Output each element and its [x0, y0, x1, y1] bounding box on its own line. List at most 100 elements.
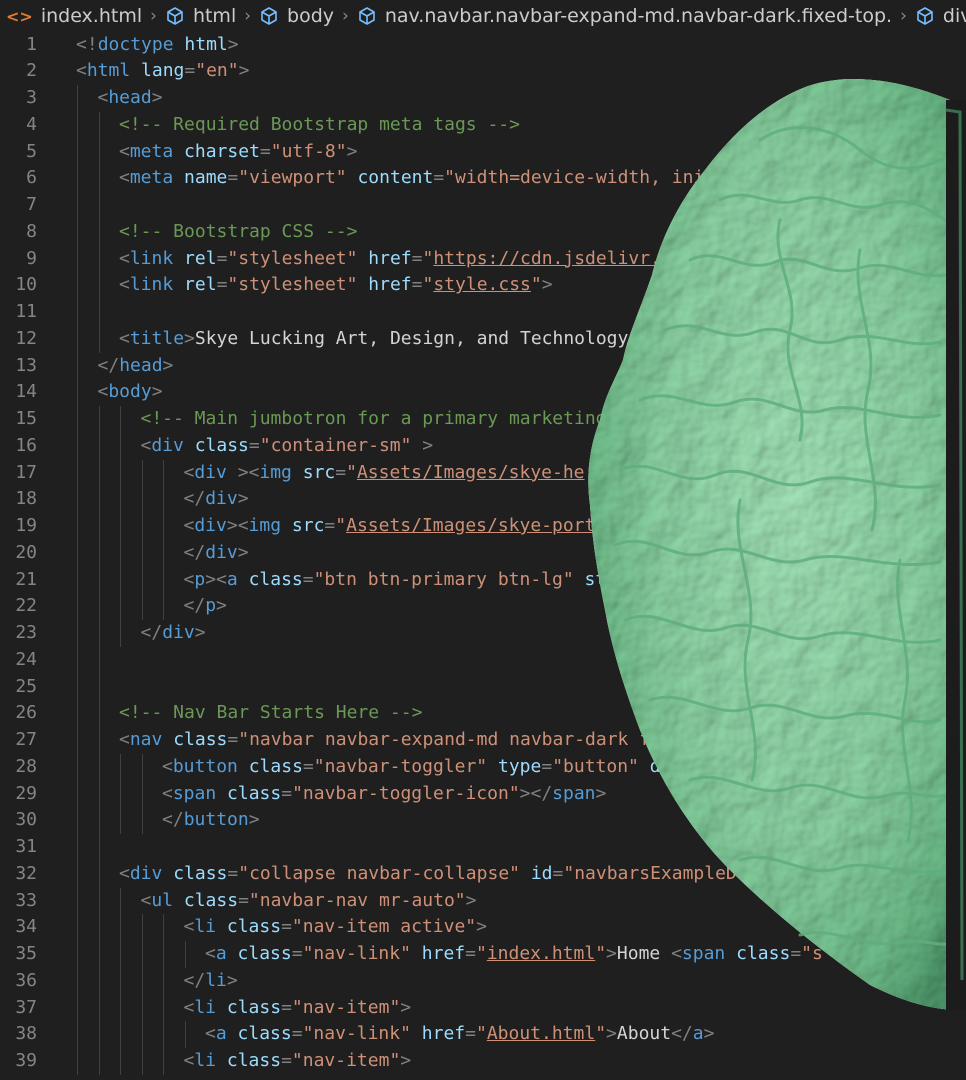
code-token: "	[346, 461, 357, 483]
chevron-right-icon: ›	[900, 6, 907, 26]
code-text: <nav class="navbar navbar-expand-md navb…	[119, 727, 672, 754]
code-token[interactable]: About.html	[487, 1023, 595, 1044]
code-line[interactable]: 31	[0, 834, 966, 861]
code-line[interactable]: 34 <li class="nav-item active">	[0, 914, 966, 941]
indent-guide	[120, 1021, 121, 1048]
code-token[interactable]: Assets/Images/skye-he	[357, 462, 585, 483]
code-token: src	[302, 461, 336, 483]
code-token: "	[530, 274, 542, 296]
code-line[interactable]: 36 </li>	[0, 967, 966, 995]
line-number: 39	[15, 1050, 37, 1071]
line-number: 3	[26, 87, 37, 108]
indent-guide	[77, 860, 78, 888]
code-token: Skye Lucking Art, Design, and Technology	[194, 327, 629, 349]
code-token[interactable]: style.css	[433, 274, 531, 295]
breadcrumb-item[interactable]: div#n	[915, 5, 966, 27]
indent-guide	[141, 1021, 143, 1048]
code-line[interactable]: 15 <!-- Main jumbotron for a primary mark…	[0, 406, 966, 433]
code-token: title	[129, 327, 185, 349]
indent-guide	[77, 352, 78, 380]
indent-guide	[141, 780, 143, 808]
code-line[interactable]: 8 <!-- Bootstrap CSS -->	[0, 218, 966, 246]
code-line[interactable]: 11	[0, 299, 966, 326]
code-line[interactable]: 24	[0, 646, 966, 674]
indent-guide	[120, 539, 121, 567]
breadcrumb-item[interactable]: nav.navbar.navbar-expand-md.navbar-dark.…	[357, 5, 892, 27]
code-line[interactable]: 30 </button>	[0, 807, 966, 834]
code-line[interactable]: 3 <head>	[0, 85, 966, 112]
code-editor[interactable]: 1 <!doctype html> 2 <html lang="en"> 3 <head>…	[0, 31, 966, 1080]
code-token: =	[227, 862, 239, 884]
code-line[interactable]: 35 <a class="nav-link" href="index.html">…	[0, 941, 966, 968]
code-line[interactable]: 2 <html lang="en">	[0, 58, 966, 85]
code-line[interactable]: 39 <li class="nav-item">	[0, 1048, 966, 1075]
code-line[interactable]: 14 <body>	[0, 379, 966, 406]
code-line[interactable]: 23 </div>	[0, 620, 966, 647]
code-token: "s	[801, 943, 823, 964]
code-line[interactable]: 37 <li class="nav-item">	[0, 994, 966, 1022]
code-token: <	[140, 434, 152, 456]
breadcrumb-item[interactable]: body	[259, 5, 334, 27]
code-token: <	[183, 916, 195, 938]
indent-guide	[163, 459, 164, 487]
code-token: <!-- Nav Bar Starts Here -->	[119, 702, 423, 724]
code-line[interactable]: 33 <ul class="navbar-nav mr-auto">	[0, 887, 966, 915]
code-text: <link rel="stylesheet" href="https://cdn…	[119, 246, 661, 273]
code-line[interactable]: 18 </div>	[0, 486, 966, 513]
indent-guide	[98, 1048, 100, 1075]
code-text: <button class="navbar-toggler" type="but…	[162, 754, 693, 781]
code-line[interactable]: 19 <div><img src="Assets/Images/skye-port	[0, 513, 966, 540]
code-token: a	[692, 1023, 704, 1045]
code-token: <	[119, 140, 130, 162]
code-token: class	[736, 943, 791, 964]
code-token[interactable]: https://cdn.jsdelivr.	[433, 248, 661, 269]
indent-guide	[98, 272, 100, 299]
code-line[interactable]: 10 <link rel="stylesheet" href="style.css…	[0, 272, 966, 299]
code-line[interactable]: 16 <div class="container-sm" >	[0, 432, 966, 460]
code-line[interactable]: 7	[0, 192, 966, 219]
code-line[interactable]: 29 <span class="navbar-toggler-icon"></sp…	[0, 780, 966, 808]
code-line[interactable]: 27 <nav class="navbar navbar-expand-md na…	[0, 727, 966, 754]
indent-guide	[77, 245, 78, 273]
code-token: body	[108, 381, 152, 403]
code-line[interactable]: 4 <!-- Required Bootstrap meta tags -->	[0, 111, 966, 139]
code-line[interactable]: 25	[0, 673, 966, 701]
indent-guide	[141, 753, 143, 781]
code-line[interactable]: 20 </div>	[0, 539, 966, 567]
code-text: <meta charset="utf-8">	[119, 139, 357, 166]
code-line[interactable]: 13 </head>	[0, 352, 966, 380]
line-number: 22	[15, 595, 37, 617]
breadcrumb-item[interactable]: html	[165, 5, 236, 27]
code-line[interactable]: 5 <meta charset="utf-8">	[0, 138, 966, 166]
code-token: >	[476, 916, 487, 938]
code-line[interactable]: 12 <title>Skye Lucking Art, Design, and T…	[0, 325, 966, 353]
breadcrumb-item[interactable]: <> index.html	[0, 5, 142, 27]
code-token: =	[302, 755, 314, 777]
code-token: class	[227, 782, 282, 804]
code-token: ><	[226, 461, 260, 483]
code-token: </	[183, 969, 206, 991]
code-token[interactable]: Assets/Images/skye-port	[346, 515, 595, 536]
indent-guide	[77, 379, 78, 406]
code-line[interactable]: 26 <!-- Nav Bar Starts Here -->	[0, 700, 966, 727]
code-line[interactable]: 21 <p><a class="btn btn-primary btn-lg" s…	[0, 566, 966, 594]
code-line[interactable]: 22 </p>	[0, 593, 966, 620]
code-token: >	[151, 87, 163, 108]
code-line[interactable]: 32 <div class="collapse navbar-collapse" …	[0, 860, 966, 888]
code-token[interactable]: index.html	[487, 943, 595, 964]
code-line[interactable]: 6 <meta name="viewport" content="width=de…	[0, 165, 966, 192]
code-line[interactable]: 1 <!doctype html>	[0, 32, 966, 59]
code-token: >	[346, 140, 358, 162]
code-line[interactable]: 38 <a class="nav-link" href="About.html">…	[0, 1021, 966, 1048]
code-line[interactable]: 28 <button class="navbar-toggler" type="b…	[0, 753, 966, 781]
code-token: About	[616, 1023, 672, 1045]
code-line[interactable]: 9 <link rel="stylesheet" href="https://cd…	[0, 245, 966, 273]
code-token: =	[465, 1023, 476, 1045]
symbol-structure-icon	[357, 6, 377, 26]
indent-guide	[98, 432, 100, 460]
code-line[interactable]: 17 <div ><img src="Assets/Images/skye-he	[0, 459, 966, 487]
indent-guide	[77, 432, 78, 460]
code-token: class	[194, 434, 249, 456]
